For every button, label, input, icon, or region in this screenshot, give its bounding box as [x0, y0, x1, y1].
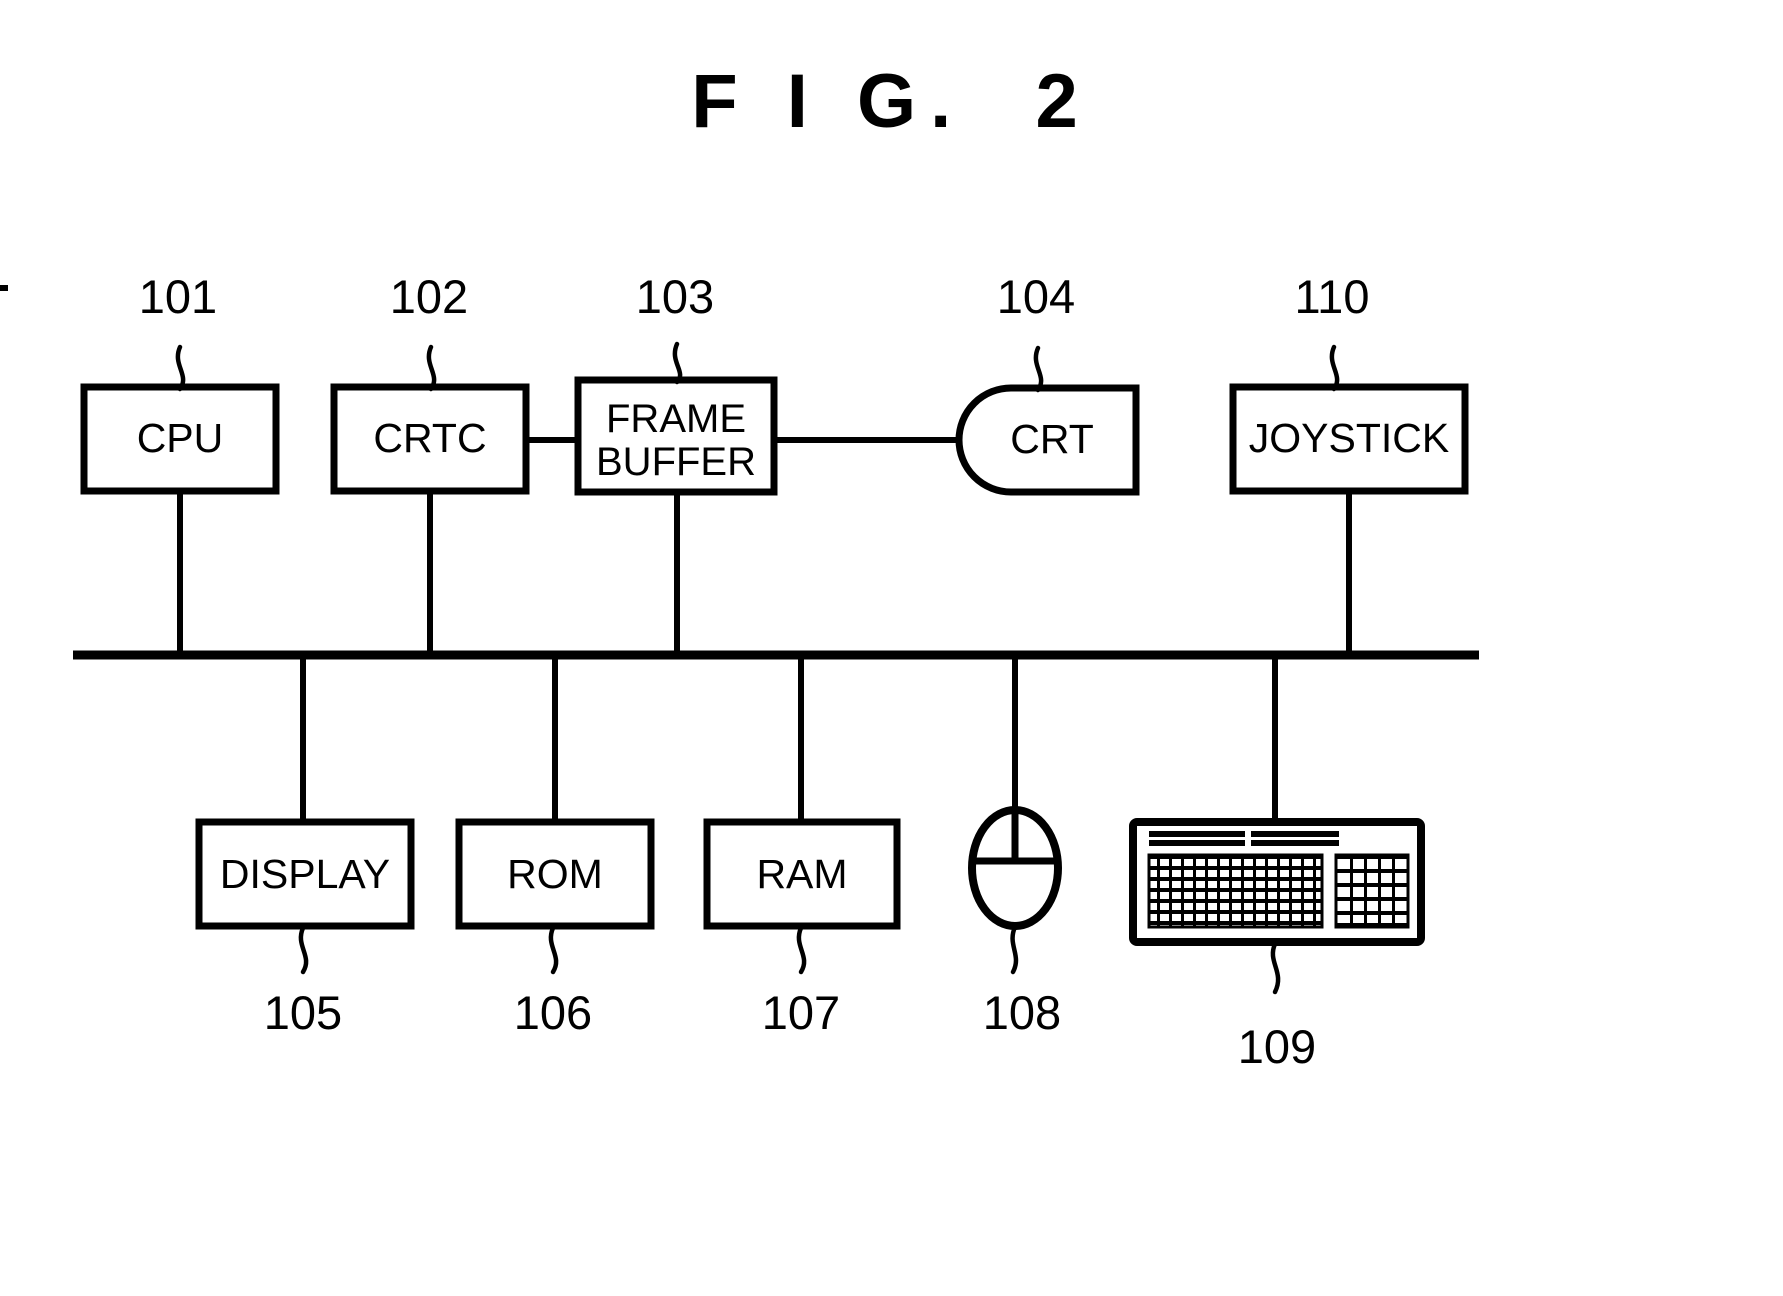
system-block-diagram: CPU 101 CRTC 102 FRAME BUFFER 103 CRT 10…	[0, 270, 1479, 1073]
ram-label: RAM	[756, 851, 847, 897]
ref-number-105: 105	[264, 986, 342, 1039]
node-keyboard[interactable]	[1129, 818, 1425, 946]
frame-buffer-label-line2: BUFFER	[596, 440, 756, 484]
node-frame-buffer[interactable]: FRAME BUFFER	[574, 376, 778, 496]
leader-line-103	[672, 341, 683, 385]
leader-line-102	[426, 344, 437, 392]
ref-number-107: 107	[762, 986, 840, 1039]
leader-line-104	[1033, 345, 1044, 393]
node-mouse[interactable]	[968, 806, 1062, 930]
ref-number-101: 101	[139, 270, 217, 323]
crt-label: CRT	[1010, 416, 1094, 462]
frame-buffer-label-line1: FRAME	[606, 397, 746, 441]
ref-number-103: 103	[636, 270, 714, 323]
node-rom[interactable]: ROM	[455, 818, 655, 930]
node-cpu[interactable]: CPU	[80, 383, 280, 495]
leader-line-105	[298, 925, 309, 975]
leader-line-106	[548, 925, 559, 975]
cpu-label: CPU	[137, 415, 224, 461]
ref-number-110: 110	[1295, 270, 1370, 323]
ref-number-104: 104	[997, 270, 1075, 323]
ref-number-108: 108	[983, 986, 1061, 1039]
node-crtc[interactable]: CRTC	[330, 383, 530, 495]
ref-number-106: 106	[514, 986, 592, 1039]
rom-label: ROM	[507, 851, 603, 897]
leader-line-110	[1329, 344, 1340, 392]
leader-line-108	[1010, 924, 1019, 975]
node-joystick[interactable]: JOYSTICK	[1229, 383, 1469, 495]
node-ram[interactable]: RAM	[703, 818, 901, 930]
joystick-label: JOYSTICK	[1249, 415, 1449, 461]
leader-line-107	[796, 925, 807, 975]
leader-line-101	[175, 344, 186, 392]
node-crt[interactable]: CRT	[955, 384, 1140, 496]
display-label: DISPLAY	[220, 851, 390, 897]
node-display[interactable]: DISPLAY	[195, 818, 415, 930]
leader-line-109	[1270, 941, 1281, 995]
patent-figure-page: F I G. 2 CPU 101 CRTC 102 FRAME BUFFER 1…	[0, 0, 1783, 1296]
ref-number-102: 102	[390, 270, 468, 323]
crtc-label: CRTC	[373, 415, 486, 461]
ref-number-109: 109	[1238, 1020, 1316, 1073]
